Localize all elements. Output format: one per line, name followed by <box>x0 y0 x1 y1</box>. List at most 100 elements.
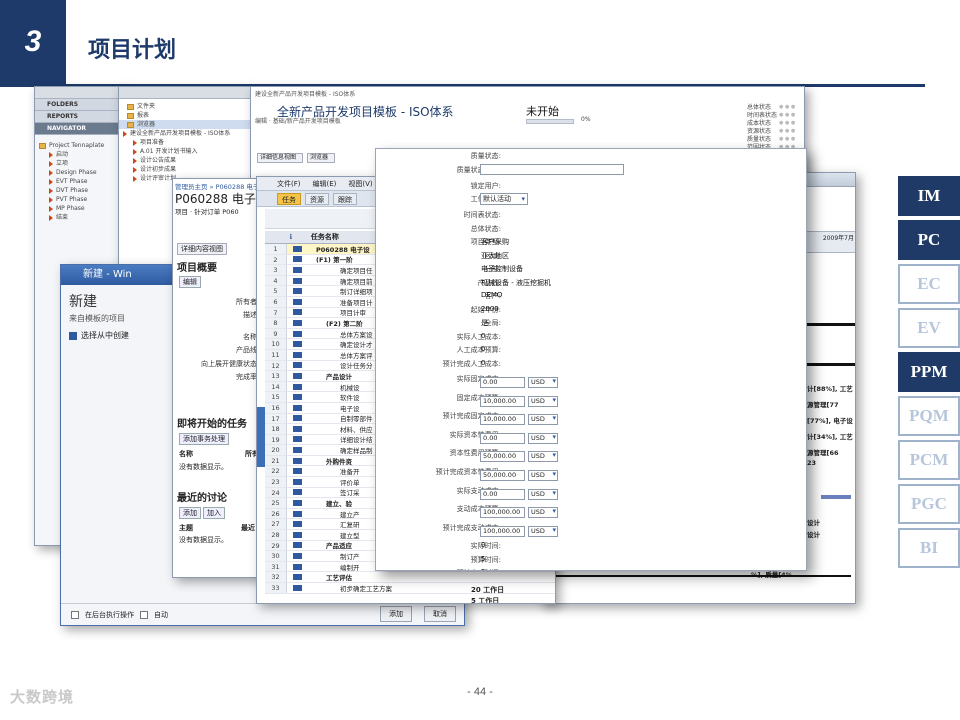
add-button[interactable]: 添加 <box>380 606 412 622</box>
gantt-label: 源管理[77 <box>807 401 839 409</box>
task-name: 确定设计才 <box>340 341 373 350</box>
nav-button-ev[interactable]: EV <box>898 308 960 348</box>
folder-tree-item[interactable]: 文件夹 <box>119 102 251 111</box>
row-number: 19 <box>265 434 287 445</box>
gantt-timescale: 2009年7月 <box>801 231 855 253</box>
currency-select[interactable]: USD <box>528 414 558 426</box>
edit-button[interactable]: 编辑 <box>179 276 201 288</box>
row-number: 17 <box>265 413 287 424</box>
table-row[interactable]: 33 初步确定工艺方案 <box>265 583 555 594</box>
phase-icon <box>49 205 53 212</box>
nav-button-bi[interactable]: BI <box>898 528 960 568</box>
folder-tree-item[interactable]: 设计初步成果 <box>119 165 251 174</box>
navigator-tree-item[interactable]: DVT Phase <box>35 186 123 195</box>
nav-button-im[interactable]: IM <box>898 176 960 216</box>
navigator-tree-label: MP Phase <box>56 205 85 212</box>
currency-select[interactable]: USD <box>528 451 558 463</box>
navigator-bar[interactable]: NAVIGATOR <box>35 123 123 135</box>
row-number: 11 <box>265 349 287 360</box>
task-name: 准备项目计 <box>340 298 373 307</box>
add-discussion-button[interactable]: 添加 <box>179 507 201 519</box>
navigator-tree-item[interactable]: MP Phase <box>35 204 123 213</box>
tool-tab[interactable]: 任务 <box>277 192 301 205</box>
form-value: 2009 <box>481 304 499 313</box>
folder-tree-item[interactable]: 项目准备 <box>119 138 251 147</box>
navigator-tree-item[interactable]: 启动 <box>35 150 123 159</box>
cost-input[interactable]: 0.00 <box>480 432 525 444</box>
folder-icon <box>127 103 134 110</box>
workflow-select[interactable]: 默认活动 <box>480 193 528 205</box>
folder-tree-item[interactable]: A.01 开发计划书输入 <box>119 147 251 156</box>
name-label: 名称 <box>243 333 257 341</box>
task-name: 签订采 <box>340 489 360 498</box>
cancel-button[interactable]: 取消 <box>424 606 456 622</box>
cost-input[interactable]: 50,000.00 <box>480 451 525 463</box>
task-name: 建立、验 <box>326 500 352 509</box>
folder-tree-item[interactable]: 设计公告成果 <box>119 156 251 165</box>
nav-button-ec[interactable]: EC <box>898 264 960 304</box>
background-checkbox[interactable] <box>71 610 79 619</box>
task-icon <box>133 175 137 182</box>
nav-button-pgc[interactable]: PGC <box>898 484 960 524</box>
template-breadcrumb[interactable]: 建设全新产品开发项目模板 - ISO体系 <box>255 90 355 99</box>
navigator-tree-item[interactable]: EVT Phase <box>35 177 123 186</box>
cost-input[interactable]: 0.00 <box>480 377 525 388</box>
currency-select[interactable]: USD <box>528 488 558 500</box>
browser-button[interactable]: 浏览器 <box>307 153 335 163</box>
detail-tab[interactable]: 详细内容视图 <box>177 243 227 255</box>
currency-select[interactable]: USD <box>528 395 558 407</box>
nav-button-ppm[interactable]: PPM <box>898 352 960 392</box>
join-button[interactable]: 加入 <box>203 507 225 519</box>
currency-select[interactable]: USD <box>528 432 558 444</box>
page-number: - 44 - <box>467 686 493 698</box>
phase-icon <box>49 214 53 221</box>
navigator-tree-item[interactable]: Design Phase <box>35 168 123 177</box>
project-summary-heading: 项目概要 <box>177 263 217 274</box>
task-icon <box>293 256 302 263</box>
folder-tree-item[interactable]: 报表 <box>119 111 251 120</box>
currency-select[interactable]: USD <box>528 470 558 481</box>
tool-tab[interactable]: 资源 <box>305 192 329 205</box>
gantt-bar <box>551 575 851 577</box>
navigator-tree-item[interactable]: 结束 <box>35 213 123 222</box>
nav-button-pqm[interactable]: PQM <box>898 396 960 436</box>
section-number: 3 <box>24 25 42 58</box>
cost-input[interactable]: 0.00 <box>480 488 525 500</box>
folders-bar[interactable]: FOLDERS <box>35 99 123 111</box>
cost-input[interactable]: 10,000.00 <box>480 395 525 407</box>
task-name: 汇复研 <box>340 521 360 530</box>
nav-button-pc[interactable]: PC <box>898 220 960 260</box>
reports-bar[interactable]: REPORTS <box>35 111 123 123</box>
add-task-button[interactable]: 添加事务处理 <box>179 433 229 445</box>
quality-reason-input[interactable] <box>480 163 624 175</box>
cost-input[interactable]: 100,000.00 <box>480 525 525 537</box>
cost-input[interactable]: 50,000.00 <box>480 470 525 481</box>
menu-item[interactable]: 编辑(E) <box>313 179 337 189</box>
currency-select[interactable]: USD <box>528 525 558 537</box>
detail-view-button[interactable]: 详细信息视图 <box>257 153 303 163</box>
currency-select[interactable]: USD <box>528 507 558 519</box>
navigator-tree-label: 启动 <box>56 151 69 158</box>
task-icon <box>293 372 302 379</box>
task-icon <box>293 510 302 517</box>
form-value: 0 <box>481 345 486 353</box>
table-row[interactable]: 32 工艺评估 <box>265 572 555 583</box>
row-number: 29 <box>265 540 287 551</box>
nav-button-pcm[interactable]: PCM <box>898 440 960 480</box>
menu-item[interactable]: 文件(F) <box>277 179 301 189</box>
task-name: 产品设计 <box>326 372 352 381</box>
cost-input[interactable]: 10,000.00 <box>480 414 525 426</box>
folder-tree-item[interactable]: 建设全新产品开发项目模板 - ISO体系 <box>119 129 251 138</box>
navigator-tree-item[interactable]: PVT Phase <box>35 195 123 204</box>
navigator-tree-item[interactable]: Project Tennaplate <box>35 141 123 150</box>
row-number: 31 <box>265 561 287 572</box>
navigator-tree-item[interactable]: 立项 <box>35 159 123 168</box>
auto-checkbox[interactable] <box>140 610 148 619</box>
cost-input[interactable]: 100,000.00 <box>480 507 525 519</box>
folder-tree-item[interactable]: 浏览器 <box>119 120 251 129</box>
row-number: 26 <box>265 508 287 519</box>
tool-tab[interactable]: 跟踪 <box>333 192 357 205</box>
menu-item[interactable]: 视图(V) <box>348 179 372 189</box>
row-number: 25 <box>265 498 287 508</box>
currency-select[interactable]: USD <box>528 377 558 388</box>
